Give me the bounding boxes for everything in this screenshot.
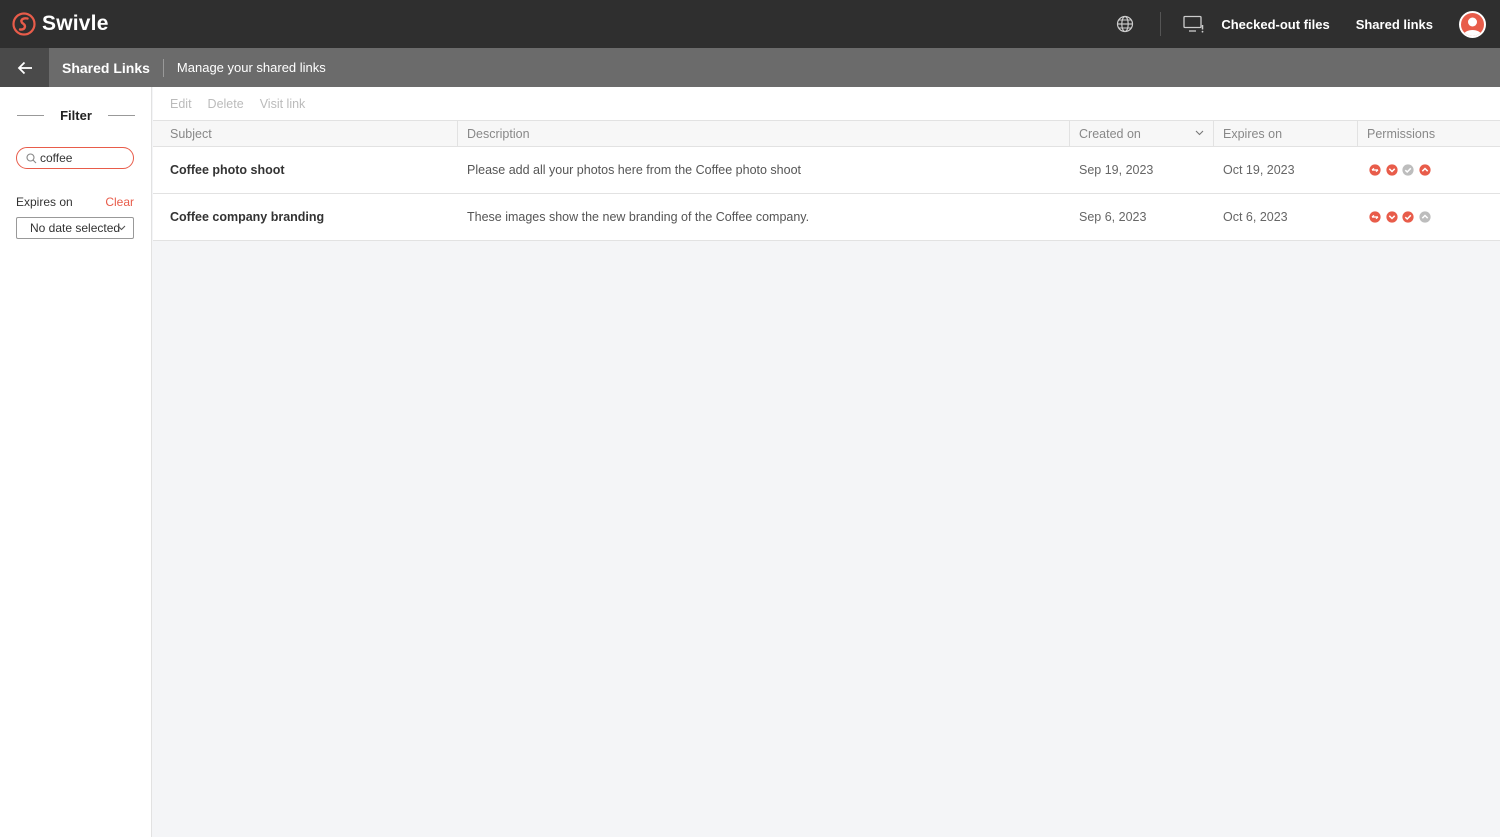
row-subject: Coffee company branding [170,210,325,224]
avatar[interactable] [1459,10,1486,38]
row-description: Please add all your photos here from the… [467,163,802,177]
upload-icon [1418,211,1431,223]
delete-button[interactable]: Delete [208,97,244,111]
divider [1160,12,1162,36]
back-button[interactable] [0,48,49,87]
shared-links-table: Subject Description Created on Expires o… [153,121,1500,241]
column-header-created-on[interactable]: Created on [1070,121,1214,147]
globe-icon[interactable] [1116,15,1134,33]
edit-button[interactable]: Edit [170,97,192,111]
row-expires-on: Oct 6, 2023 [1223,210,1288,224]
chevron-down-icon [117,225,126,231]
expires-filter-row: Expires on Clear [16,195,134,209]
row-permissions [1358,147,1500,193]
monitor-alert-icon[interactable] [1183,15,1205,33]
divider [107,115,135,116]
row-expires-on: Oct 19, 2023 [1223,163,1295,177]
filter-sidebar: Filter Expires on Clear No date selected [0,87,152,837]
date-select-value: No date selected [30,221,121,235]
action-toolbar: Edit Delete Visit link [153,87,1500,121]
page-header-bar: Shared Links Manage your shared links [0,48,1500,87]
app-logo[interactable]: Swivle [12,12,109,36]
search-input[interactable] [40,151,126,165]
sort-chevron-down-icon [1195,130,1204,136]
top-navigation-bar: Swivle Checked-out files Shared links [0,0,1500,48]
date-select[interactable]: No date selected [16,217,134,239]
app-name: Swivle [42,12,109,35]
check-icon [1402,164,1414,176]
filter-label: Filter [60,108,92,123]
view-icon [1369,164,1381,176]
check-icon [1402,211,1414,223]
column-header-permissions[interactable]: Permissions [1358,121,1500,147]
download-icon [1385,211,1398,223]
expires-on-label: Expires on [16,195,73,209]
column-header-description[interactable]: Description [458,121,1070,147]
divider [17,115,45,116]
clear-button[interactable]: Clear [105,195,134,209]
row-permissions [1358,194,1500,240]
row-description: These images show the new branding of th… [467,210,810,224]
page-description: Manage your shared links [176,60,326,75]
table-header: Subject Description Created on Expires o… [153,121,1500,147]
filter-header: Filter [0,108,152,123]
visit-link-button[interactable]: Visit link [260,97,306,111]
column-header-label: Created on [1079,127,1141,141]
arrow-left-icon [17,61,32,74]
table-row[interactable]: Coffee company branding These images sho… [153,194,1500,241]
search-icon [26,152,37,163]
download-icon [1385,164,1398,176]
upload-icon [1418,164,1431,176]
swivle-logo-icon [12,12,36,36]
divider [162,58,164,77]
checked-out-files-link[interactable]: Checked-out files [1221,17,1329,32]
table-row[interactable]: Coffee photo shoot Please add all your p… [153,147,1500,194]
column-header-subject[interactable]: Subject [153,121,458,147]
shared-links-link[interactable]: Shared links [1356,17,1433,32]
column-header-expires-on[interactable]: Expires on [1214,121,1358,147]
view-icon [1369,211,1381,223]
row-created-on: Sep 19, 2023 [1079,163,1154,177]
page-title: Shared Links [62,59,150,76]
search-box[interactable] [16,147,134,169]
user-icon [1463,17,1482,36]
row-created-on: Sep 6, 2023 [1079,210,1147,224]
row-subject: Coffee photo shoot [170,163,285,177]
